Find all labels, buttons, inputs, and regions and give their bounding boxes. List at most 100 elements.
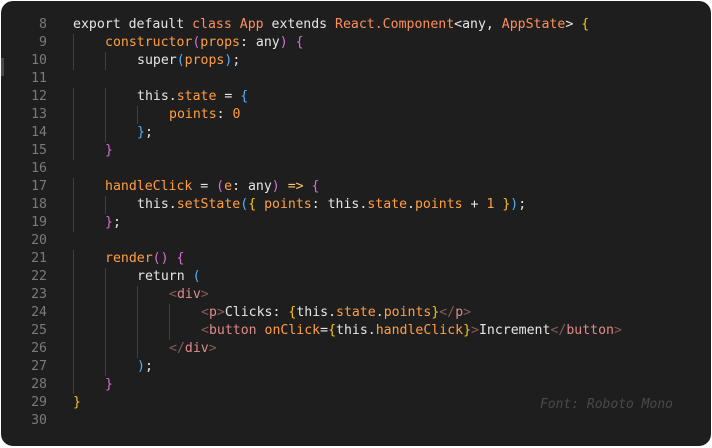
code-token: props bbox=[200, 35, 240, 50]
line-number: 9 bbox=[39, 35, 47, 50]
line-code[interactable]: } bbox=[73, 394, 81, 412]
code-line[interactable]: 15} bbox=[1, 142, 711, 160]
indent-guide bbox=[73, 178, 105, 196]
code-line[interactable]: 16 bbox=[1, 160, 711, 178]
code-token: button bbox=[208, 323, 257, 338]
line-code[interactable]: this.setState({ points: this.state.point… bbox=[73, 196, 526, 214]
code-line[interactable]: 8 export default class App extends React.… bbox=[1, 16, 711, 34]
indent-guide bbox=[137, 106, 169, 124]
code-token: () bbox=[152, 251, 169, 266]
code-line[interactable]: 14}; bbox=[1, 124, 711, 142]
line-code[interactable]: points: 0 bbox=[73, 106, 240, 124]
code-line[interactable]: 30 bbox=[1, 412, 711, 430]
code-line[interactable]: 22 return ( bbox=[1, 268, 711, 286]
code-token: Clicks: bbox=[224, 305, 289, 320]
indent-guide bbox=[73, 358, 105, 376]
code-token: + bbox=[462, 197, 487, 212]
line-code[interactable]: } bbox=[73, 142, 113, 160]
indent-guide bbox=[73, 214, 105, 232]
line-code[interactable]: return ( bbox=[73, 268, 201, 286]
code-token: state bbox=[367, 197, 408, 212]
code-token: } bbox=[105, 143, 113, 158]
code-line[interactable]: 25 <button onClick={this.handleClick}>Inc… bbox=[1, 322, 711, 340]
code-token: this. bbox=[137, 197, 177, 212]
line-number: 16 bbox=[31, 161, 47, 176]
code-line[interactable]: 10 super(props); bbox=[1, 52, 711, 70]
line-number: 23 bbox=[31, 287, 47, 302]
code-token: div bbox=[184, 341, 209, 356]
code-line[interactable]: 27); bbox=[1, 358, 711, 376]
code-token: => bbox=[287, 179, 304, 194]
code-token: : any bbox=[232, 179, 272, 194]
code-token: points bbox=[169, 107, 217, 122]
code-token: super bbox=[137, 53, 177, 68]
code-token: = bbox=[216, 89, 241, 104]
code-line[interactable]: 13 points: 0 bbox=[1, 106, 711, 124]
code-token: { bbox=[581, 17, 590, 32]
code-line[interactable]: 19}; bbox=[1, 214, 711, 232]
line-number: 30 bbox=[31, 413, 47, 428]
code-line[interactable]: 18 this.setState({ points: this.state.poi… bbox=[1, 196, 711, 214]
indent-guide bbox=[105, 52, 137, 70]
line-number: 8 bbox=[39, 17, 47, 32]
line-code[interactable]: }; bbox=[73, 124, 153, 142]
code-line[interactable]: 11 bbox=[1, 70, 711, 88]
code-token: div bbox=[176, 287, 201, 302]
code-token: points bbox=[414, 197, 463, 212]
indent-guide bbox=[73, 376, 105, 394]
code-line[interactable]: 23 <div> bbox=[1, 286, 711, 304]
code-token: </ bbox=[169, 341, 185, 356]
indent-guide bbox=[73, 106, 105, 124]
line-number: 20 bbox=[31, 233, 47, 248]
code-token: constructor bbox=[105, 35, 193, 50]
code-token: e bbox=[224, 179, 233, 194]
code-token: handleClick bbox=[105, 179, 193, 194]
code-line[interactable]: 24 <p>Clicks: {this.state.points}</p> bbox=[1, 304, 711, 322]
code-token: ; bbox=[144, 125, 153, 140]
line-code[interactable]: handleClick = (e: any) => { bbox=[73, 178, 319, 196]
code-line[interactable]: 12 this.state = { bbox=[1, 88, 711, 106]
line-code[interactable]: } bbox=[73, 376, 113, 394]
line-code[interactable]: <div> bbox=[73, 286, 209, 304]
code-line[interactable]: 20 bbox=[1, 232, 711, 250]
code-token: } bbox=[463, 323, 472, 338]
code-line[interactable]: 9 constructor(props: any) { bbox=[1, 34, 711, 52]
indent-guide bbox=[105, 322, 137, 340]
indent-guide bbox=[73, 52, 105, 70]
line-code[interactable]: render() { bbox=[73, 250, 184, 268]
code-token: this. bbox=[336, 323, 376, 338]
code-token: props bbox=[184, 53, 225, 68]
code-line[interactable]: 28} bbox=[1, 376, 711, 394]
line-code[interactable]: export default class App extends React.C… bbox=[73, 16, 589, 34]
line-code[interactable]: </div> bbox=[73, 340, 217, 358]
code-token: App bbox=[239, 17, 264, 32]
line-number: 26 bbox=[31, 341, 47, 356]
code-token: ) bbox=[271, 179, 280, 194]
code-line[interactable]: 17 handleClick = (e: any) => { bbox=[1, 178, 711, 196]
code-lines[interactable]: 8 export default class App extends React.… bbox=[1, 16, 711, 430]
line-code[interactable]: }; bbox=[73, 214, 121, 232]
code-token: { bbox=[295, 35, 304, 50]
code-token: setState bbox=[176, 197, 241, 212]
code-token: : any bbox=[240, 35, 280, 50]
indent-guide bbox=[137, 322, 169, 340]
line-code[interactable]: this.state = { bbox=[73, 88, 248, 106]
line-code[interactable]: <p>Clicks: {this.state.points}</p> bbox=[73, 304, 471, 322]
line-code[interactable]: super(props); bbox=[73, 52, 240, 70]
code-line[interactable]: 21 render() { bbox=[1, 250, 711, 268]
code-token: React.Component bbox=[335, 17, 455, 32]
code-token: } bbox=[105, 377, 113, 392]
line-code[interactable]: ); bbox=[73, 358, 153, 376]
line-code[interactable]: <button onClick={this.handleClick}>Incre… bbox=[73, 322, 622, 340]
line-number: 29 bbox=[31, 395, 47, 410]
line-code[interactable]: constructor(props: any) { bbox=[73, 34, 304, 52]
code-token: > bbox=[208, 341, 217, 356]
code-token: return bbox=[137, 269, 193, 284]
code-token: ; bbox=[112, 215, 121, 230]
code-token: points bbox=[264, 197, 312, 212]
code-editor[interactable]: 8 export default class App extends React.… bbox=[1, 1, 711, 446]
code-line[interactable]: 26 </div> bbox=[1, 340, 711, 358]
